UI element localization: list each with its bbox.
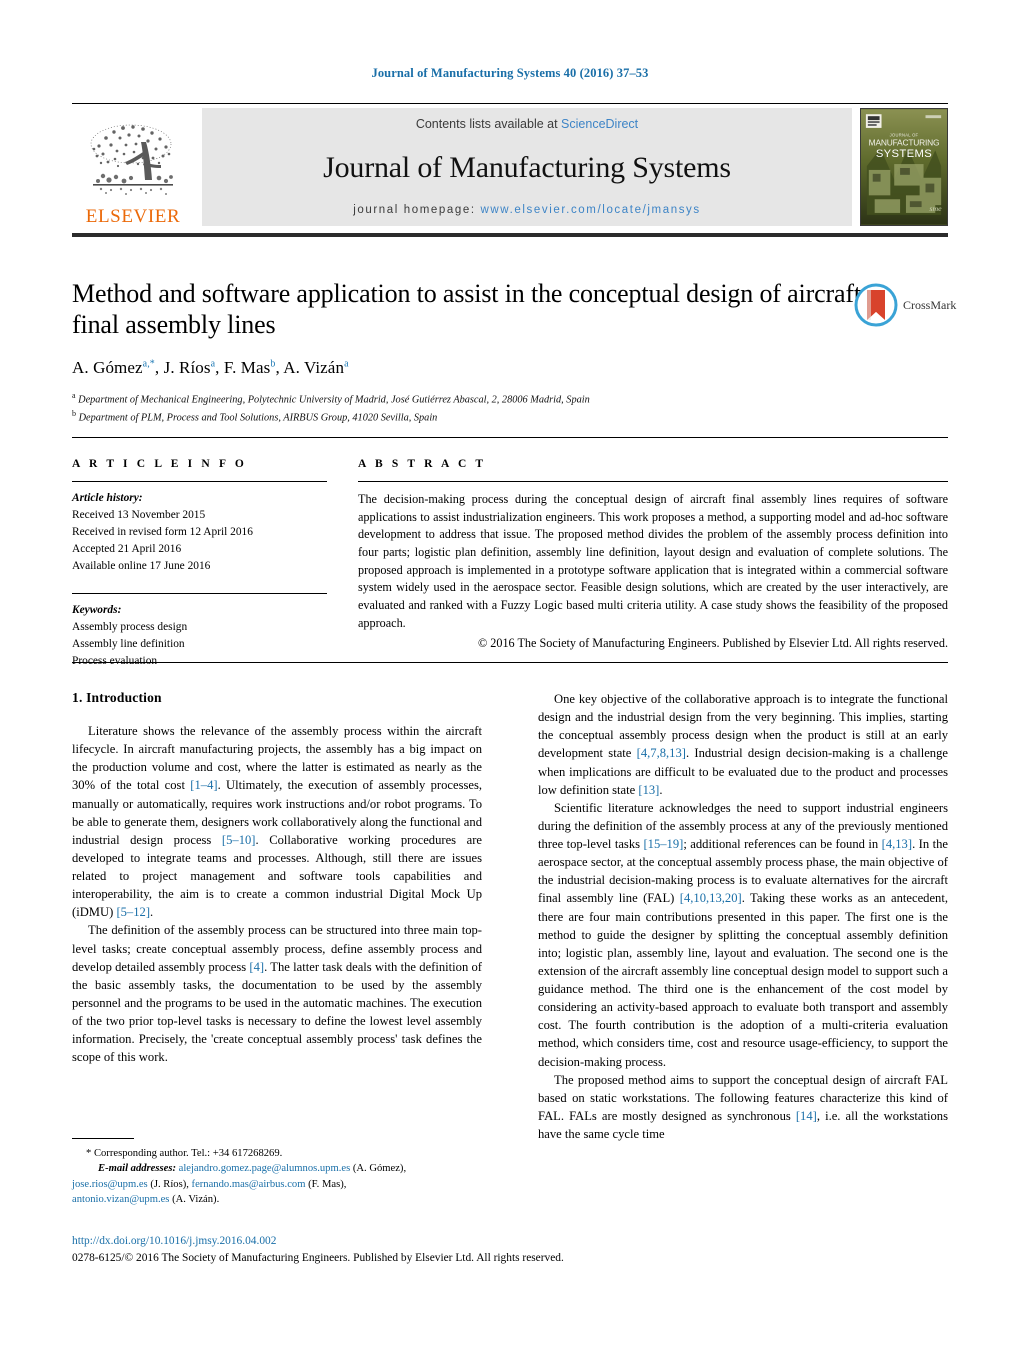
history-item: Accepted 21 April 2016: [72, 543, 182, 556]
email-addresses-line-3: antonio.vizan@upm.es (A. Vizán).: [72, 1192, 482, 1207]
contents-band: Contents lists available at ScienceDirec…: [202, 108, 852, 226]
sciencedirect-link[interactable]: ScienceDirect: [561, 117, 638, 131]
author-list: A. Gómeza,*, J. Ríosa, F. Masb, A. Vizán…: [72, 357, 349, 377]
email-addresses-line: E-mail addresses: alejandro.gomez.page@a…: [72, 1161, 482, 1176]
citation-ref[interactable]: [1–4]: [190, 778, 217, 792]
svg-text:sme: sme: [929, 204, 942, 213]
footnote-area: * Corresponding author. Tel.: +34 617268…: [72, 1138, 482, 1207]
affiliations: a Department of Mechanical Engineering, …: [72, 390, 862, 427]
abstract-heading: A B S T R A C T: [358, 458, 487, 470]
email-addresses-line-2: jose.rios@upm.es (J. Ríos), fernando.mas…: [72, 1177, 482, 1192]
email-link[interactable]: alejandro.gomez.page@alumnos.upm.es: [179, 1163, 351, 1174]
section-heading-introduction: 1. Introduction: [72, 690, 162, 705]
citation-ref[interactable]: [5–10]: [222, 833, 256, 847]
email-link[interactable]: jose.rios@upm.es: [72, 1179, 148, 1190]
history-item: Received 13 November 2015: [72, 509, 206, 522]
doi-link[interactable]: http://dx.doi.org/10.1016/j.jmsy.2016.04…: [72, 1233, 632, 1250]
body-column-right: One key objective of the collaborative a…: [538, 690, 948, 1143]
crossmark-label: CrossMark: [903, 297, 957, 312]
body-column-left: 1. Introduction Literature shows the rel…: [72, 690, 482, 1066]
page-title: Method and software application to assis…: [72, 279, 861, 340]
email-owner: (J. Ríos),: [150, 1178, 189, 1190]
body-paragraph: One key objective of the collaborative a…: [538, 692, 948, 797]
header-rule: [72, 103, 948, 104]
journal-homepage-line: journal homepage: www.elsevier.com/locat…: [353, 204, 701, 216]
citation-ref[interactable]: [4]: [249, 960, 264, 974]
homepage-prefix: journal homepage:: [353, 204, 481, 216]
crossmark-badge[interactable]: CrossMark: [854, 282, 958, 328]
body-paragraph: Scientific literature acknowledges the n…: [538, 800, 948, 1069]
elsevier-tree-icon: [90, 124, 173, 195]
article-info-heading: A R T I C L E I N F O: [72, 458, 247, 470]
crossmark-icon: [854, 283, 898, 327]
affiliation-b-text: Department of PLM, Process and Tool Solu…: [78, 412, 438, 424]
keywords-rule: [72, 592, 327, 594]
contents-prefix: Contents lists available at: [415, 117, 562, 131]
footnote-rule: [72, 1138, 134, 1139]
abstract-text: The decision-making process during the c…: [358, 492, 948, 630]
running-head: Journal of Manufacturing Systems 40 (201…: [371, 66, 649, 80]
body-paragraph: Literature shows the relevance of the as…: [72, 724, 483, 920]
email-owner: (A. Vizán).: [172, 1194, 220, 1206]
article-history-group: Article history: Received 13 November 20…: [72, 490, 327, 576]
elsevier-logo: ELSEVIER: [72, 108, 194, 226]
citation-ref[interactable]: [4,7,8,13]: [637, 746, 686, 760]
history-item: Received in revised form 12 April 2016: [72, 526, 253, 539]
affiliation-a: a Department of Mechanical Engineering, …: [72, 390, 590, 406]
svg-text:SYSTEMS: SYSTEMS: [876, 148, 932, 160]
corresponding-author-text: * Corresponding author. Tel.: +34 617268…: [86, 1148, 283, 1159]
corresponding-author-note: * Corresponding author. Tel.: +34 617268…: [72, 1146, 482, 1207]
keyword-item: Assembly line definition: [72, 637, 185, 650]
history-item: Available online 17 June 2016: [72, 560, 211, 573]
email-link[interactable]: fernando.mas@airbus.com: [192, 1179, 306, 1190]
title-block: Method and software application to assis…: [72, 278, 862, 427]
email-owner: (F. Mas),: [308, 1178, 347, 1190]
citation-ref[interactable]: [4,13]: [882, 837, 912, 851]
masthead-bottom-rule: [72, 233, 948, 237]
cover-art: JOURNAL OF MANUFACTURING SYSTEMS sme: [861, 109, 947, 225]
email-addresses-label: E-mail addresses:: [98, 1163, 176, 1175]
email-owner: (A. Gómez),: [352, 1163, 407, 1175]
affiliation-b: b Department of PLM, Process and Tool So…: [72, 409, 438, 424]
elsevier-wordmark: ELSEVIER: [85, 206, 181, 227]
article-info-rule: [72, 481, 327, 482]
citation-ref[interactable]: [13]: [638, 783, 659, 797]
svg-text:MANUFACTURING: MANUFACTURING: [869, 138, 940, 148]
contents-available-line: Contents lists available at ScienceDirec…: [416, 117, 638, 131]
body-paragraph: The proposed method aims to support the …: [538, 1072, 949, 1141]
journal-title: Journal of Manufacturing Systems: [323, 150, 731, 184]
body-paragraph: The definition of the assembly process c…: [72, 923, 482, 1065]
citation-ref[interactable]: [5–12]: [116, 905, 150, 919]
keyword-item: Assembly process design: [72, 620, 188, 633]
abstract-column: A B S T R A C T The decision-making proc…: [358, 458, 948, 652]
paper-page: Journal of Manufacturing Systems 40 (201…: [0, 0, 1020, 1351]
abstract-copyright: © 2016 The Society of Manufacturing Engi…: [477, 635, 948, 650]
abstract-bottom-rule: [72, 662, 948, 663]
journal-cover-thumbnail: JOURNAL OF MANUFACTURING SYSTEMS sme: [860, 108, 948, 226]
keywords-group: Keywords: Assembly process design Assemb…: [72, 602, 327, 670]
abstract-rule: [358, 481, 948, 482]
citation-ref[interactable]: [15–19]: [643, 837, 683, 851]
citation-ref[interactable]: [4,10,13,20]: [680, 891, 742, 905]
issn-copyright-line: 0278-6125/© 2016 The Society of Manufact…: [72, 1252, 564, 1265]
doi-block: http://dx.doi.org/10.1016/j.jmsy.2016.04…: [72, 1233, 632, 1267]
keywords-label: Keywords:: [72, 603, 122, 616]
homepage-url-link[interactable]: www.elsevier.com/locate/jmansys: [481, 204, 701, 216]
email-link[interactable]: antonio.vizan@upm.es: [72, 1194, 169, 1205]
article-info-column: A R T I C L E I N F O Article history: R…: [72, 458, 327, 670]
article-history-label: Article history:: [72, 492, 143, 504]
journal-masthead: ELSEVIER Contents lists available at Sci…: [72, 108, 948, 226]
citation-ref[interactable]: [14]: [796, 1109, 817, 1123]
abstract-top-rule: [72, 437, 948, 438]
affiliation-a-text: Department of Mechanical Engineering, Po…: [78, 394, 590, 406]
